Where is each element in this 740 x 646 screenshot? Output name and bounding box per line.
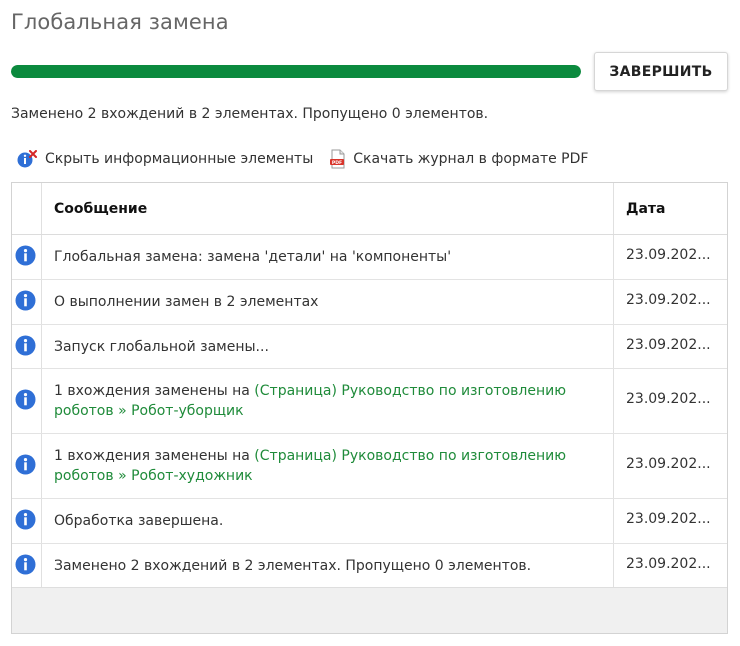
table-row[interactable]: Запуск глобальной замены... 23.09.202... — [12, 325, 727, 369]
header-date-column[interactable]: Дата — [614, 183, 727, 234]
toolbar: Скрыть информационные элементы PDF Скача… — [17, 148, 588, 170]
row-message: 1 вхождения заменены на (Страница) Руков… — [54, 446, 603, 486]
header-message-label: Сообщение — [54, 201, 148, 217]
row-message: О выполнении замен в 2 элементах — [54, 294, 319, 310]
row-date-cell: 23.09.202... — [614, 280, 727, 324]
table-row[interactable]: Заменено 2 вхождений в 2 элементах. Проп… — [12, 544, 727, 588]
progress-fill — [11, 65, 581, 78]
row-date-cell: 23.09.202... — [614, 499, 727, 543]
header-message-column[interactable]: Сообщение — [42, 183, 614, 234]
table-row[interactable]: 1 вхождения заменены на (Страница) Руков… — [12, 434, 727, 499]
table-row[interactable]: Обработка завершена. 23.09.202... — [12, 499, 727, 544]
download-pdf-label: Скачать журнал в формате PDF — [353, 151, 589, 167]
row-message: Обработка завершена. — [54, 513, 224, 529]
row-icon-cell — [12, 544, 42, 587]
table-row[interactable]: Глобальная замена: замена 'детали' на 'к… — [12, 235, 727, 280]
hide-info-icon — [17, 150, 37, 168]
row-icon-cell — [12, 325, 42, 368]
row-date: 23.09.202... — [626, 247, 711, 263]
info-icon — [15, 454, 36, 475]
progress-bar — [11, 65, 581, 78]
row-date: 23.09.202... — [626, 292, 711, 308]
table-row[interactable]: 1 вхождения заменены на (Страница) Руков… — [12, 369, 727, 434]
table-body: Глобальная замена: замена 'детали' на 'к… — [12, 235, 727, 588]
info-icon — [15, 554, 36, 575]
info-icon — [15, 509, 36, 530]
row-message: Заменено 2 вхождений в 2 элементах. Проп… — [54, 558, 532, 574]
info-icon — [15, 290, 36, 311]
row-message: 1 вхождения заменены на (Страница) Руков… — [54, 381, 603, 421]
row-date: 23.09.202... — [626, 337, 711, 353]
row-message-cell: 1 вхождения заменены на (Страница) Руков… — [42, 434, 614, 498]
header-date-label: Дата — [626, 201, 666, 217]
summary-text: Заменено 2 вхождений в 2 элементах. Проп… — [11, 106, 489, 122]
info-icon — [15, 245, 36, 266]
row-message: Запуск глобальной замены... — [54, 339, 269, 355]
row-date-cell: 23.09.202... — [614, 325, 727, 368]
row-message-cell: О выполнении замен в 2 элементах — [42, 280, 614, 324]
row-message-cell: 1 вхождения заменены на (Страница) Руков… — [42, 369, 614, 433]
row-icon-cell — [12, 499, 42, 543]
row-date: 23.09.202... — [626, 556, 711, 572]
row-icon-cell — [12, 235, 42, 279]
row-icon-cell — [12, 280, 42, 324]
row-icon-cell — [12, 434, 42, 498]
log-table: Сообщение Дата Глобальная замена: замена… — [11, 182, 728, 634]
table-footer — [12, 587, 727, 633]
info-icon — [15, 335, 36, 356]
row-message: Глобальная замена: замена 'детали' на 'к… — [54, 249, 452, 265]
row-date-cell: 23.09.202... — [614, 544, 727, 587]
row-date-cell: 23.09.202... — [614, 369, 727, 433]
row-date: 23.09.202... — [626, 391, 711, 407]
row-message-prefix: 1 вхождения заменены на — [54, 448, 255, 464]
row-date: 23.09.202... — [626, 511, 711, 527]
row-date: 23.09.202... — [626, 456, 711, 472]
download-pdf-link[interactable]: PDF Скачать журнал в формате PDF — [329, 149, 588, 169]
row-icon-cell — [12, 369, 42, 433]
table-row[interactable]: О выполнении замен в 2 элементах 23.09.2… — [12, 280, 727, 325]
row-message-prefix: 1 вхождения заменены на — [54, 383, 255, 399]
row-message-cell: Глобальная замена: замена 'детали' на 'к… — [42, 235, 614, 279]
row-message-cell: Заменено 2 вхождений в 2 элементах. Проп… — [42, 544, 614, 587]
header-icon-column — [12, 183, 42, 234]
page-title: Глобальная замена — [11, 10, 229, 34]
hide-info-link[interactable]: Скрыть информационные элементы — [17, 150, 313, 168]
table-header: Сообщение Дата — [12, 183, 727, 235]
row-message-cell: Запуск глобальной замены... — [42, 325, 614, 368]
pdf-icon: PDF — [330, 149, 345, 169]
row-date-cell: 23.09.202... — [614, 235, 727, 279]
row-message-cell: Обработка завершена. — [42, 499, 614, 543]
svg-text:PDF: PDF — [332, 160, 342, 166]
row-date-cell: 23.09.202... — [614, 434, 727, 498]
hide-info-label: Скрыть информационные элементы — [45, 151, 314, 167]
finish-button[interactable]: ЗАВЕРШИТЬ — [594, 52, 728, 91]
info-icon — [15, 389, 36, 410]
